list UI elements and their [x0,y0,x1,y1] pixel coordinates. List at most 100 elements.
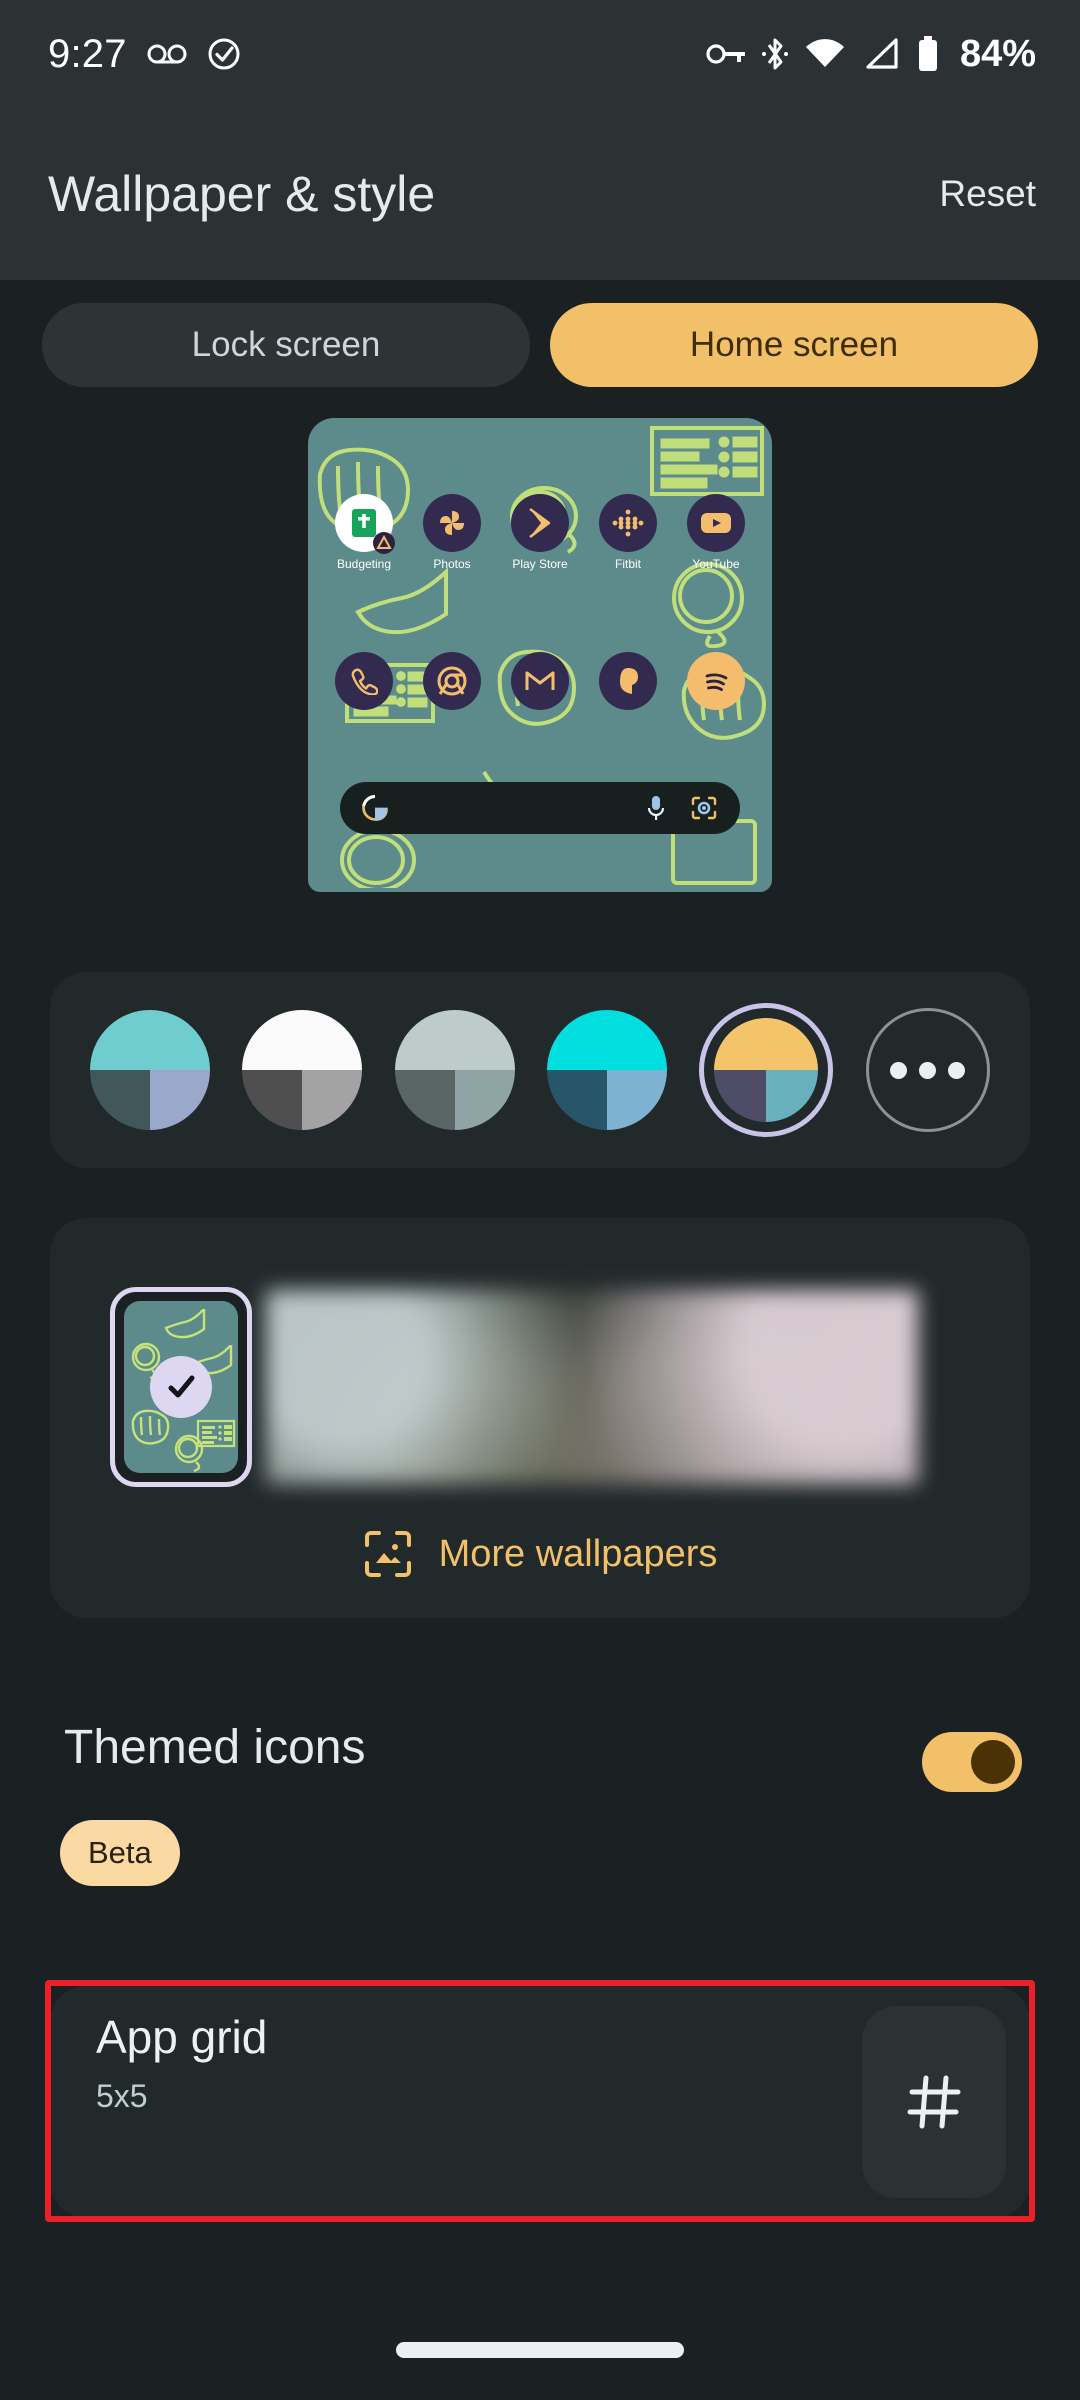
gmail-icon [511,652,569,710]
ellipsis-dot [919,1061,937,1079]
home-screen-preview[interactable]: Budgeting Photos Play Store Fitbit YouTu… [308,418,772,892]
preview-app-row-1: Budgeting Photos Play Store Fitbit YouTu… [308,494,772,571]
reset-button[interactable]: Reset [939,173,1036,215]
voicemail-icon [147,44,187,64]
preview-app-fitbit[interactable]: Fitbit [589,494,667,571]
hand-doodle-icon [164,1309,206,1339]
preview-app-label: Play Store [512,557,568,571]
preview-app-photos[interactable]: Photos [413,494,491,571]
tab-home-screen-label: Home screen [689,325,899,364]
wallpaper-thumbnail-selected[interactable] [110,1287,252,1487]
status-bar: 9:27 84% [0,0,1080,108]
swatch-bottom-left [242,1070,303,1130]
preview-app-gmail[interactable]: Gmail [501,652,579,729]
preview-app-messages[interactable]: Messages [589,652,667,729]
preview-app-label: Photos [433,557,471,571]
status-bar-right: 84% [706,33,1036,76]
swatch-top [547,1010,668,1070]
preview-app-row-2: Phone Chrome Gmail [308,652,772,729]
grid-hash-icon [907,2075,961,2129]
youtube-icon [687,494,745,552]
swatch-top [394,1010,515,1070]
wallpaper-thumbnail-photo[interactable] [266,1290,918,1484]
toggle-knob [971,1740,1015,1784]
themed-icons-row[interactable]: Themed icons Beta [0,1700,1080,1930]
app-bar: Wallpaper & style Reset [0,108,1080,280]
color-swatch-sage[interactable] [394,1010,515,1130]
microphone-icon[interactable] [646,794,666,822]
swatch-top [242,1010,363,1070]
vpn-key-icon [706,44,745,64]
preview-app-play-store[interactable]: Play Store [501,494,579,571]
color-picker-card [50,972,1030,1168]
swatch-bottom-left [394,1070,455,1130]
swatch-inner [714,1018,819,1122]
preview-app-spotify[interactable]: Spotify [677,652,755,729]
image-frame-icon [364,1531,411,1577]
preview-app-chrome[interactable]: Chrome [413,652,491,729]
swatch-bottom-left [714,1070,767,1122]
swatch-top [90,1010,211,1070]
loop-doodle-icon [174,1434,204,1473]
play-store-icon [511,494,569,552]
bluetooth-icon [761,38,788,70]
screen-mode-tabs: Lock screen Home screen [42,303,1038,387]
preview-app-phone[interactable]: Phone [325,652,403,729]
hand-doodle-icon [355,568,448,635]
status-bar-left: 9:27 [48,32,241,77]
wallpaper-selected-check [150,1356,212,1418]
preview-google-search-bar[interactable] [340,782,740,834]
themed-icons-title: Themed icons [64,1721,366,1774]
tab-lock-screen[interactable]: Lock screen [42,303,530,387]
app-grid-row[interactable]: App grid 5x5 [50,1986,1030,2218]
tab-lock-screen-label: Lock screen [191,325,381,364]
themed-icons-toggle[interactable] [922,1732,1022,1792]
preview-app-label: YouTube [692,557,740,571]
app-grid-button[interactable] [862,2006,1006,2198]
wallpaper-thumbnail-preview [124,1301,238,1473]
color-swatch-amber-selected[interactable] [699,1003,834,1137]
budgeting-app-icon [335,494,395,554]
swatch-top [714,1018,819,1070]
drive-badge-icon [373,532,395,554]
more-wallpapers-button[interactable]: More wallpapers [0,1502,1080,1606]
wifi-icon [805,39,844,67]
color-swatch-teal[interactable] [90,1010,211,1130]
phone-icon [335,652,393,710]
status-bar-clock: 9:27 [48,31,127,76]
color-swatch-white[interactable] [242,1010,363,1130]
wallpaper-style-screen: 9:27 84% Wallpaper & style Reset Lock sc… [0,0,1080,2400]
more-colors-button[interactable] [865,1008,990,1132]
preview-app-budgeting[interactable]: Budgeting [325,494,403,571]
app-grid-title: App grid [96,2011,268,2063]
ellipsis-dot [948,1061,966,1079]
swatch-bottom-left [90,1070,151,1130]
home-gesture-pill[interactable] [396,2342,684,2358]
check-icon [168,1375,195,1398]
more-wallpapers-label: More wallpapers [438,1532,718,1575]
app-grid-text-group: App grid 5x5 [80,1986,780,2218]
swatch-bottom-right [150,1070,211,1130]
messages-icon [599,652,657,710]
cellular-signal-icon [866,38,898,69]
preview-wallpaper: Budgeting Photos Play Store Fitbit YouTu… [308,418,772,892]
tab-home-screen[interactable]: Home screen [550,303,1038,387]
wallpaper-thumbnail-strip [0,1274,1080,1500]
page-title: Wallpaper & style [48,166,436,222]
swatch-bottom-right [766,1070,819,1122]
app-grid-value: 5x5 [96,2078,148,2114]
google-lens-icon[interactable] [690,795,718,821]
color-swatch-cyan[interactable] [547,1010,668,1130]
spotify-icon [687,652,745,710]
preview-app-youtube[interactable]: YouTube [677,494,755,571]
battery-percent-label: 84% [959,32,1036,75]
check-circle-icon [208,38,240,70]
chrome-icon [423,652,481,710]
swatch-bottom-right [302,1070,363,1130]
color-swatch-row [50,972,1030,1168]
swatch-bottom-right [607,1070,668,1130]
google-photos-icon [423,494,481,552]
google-g-icon [362,795,388,821]
battery-icon [918,36,937,71]
swatch-bottom-right [454,1070,515,1130]
